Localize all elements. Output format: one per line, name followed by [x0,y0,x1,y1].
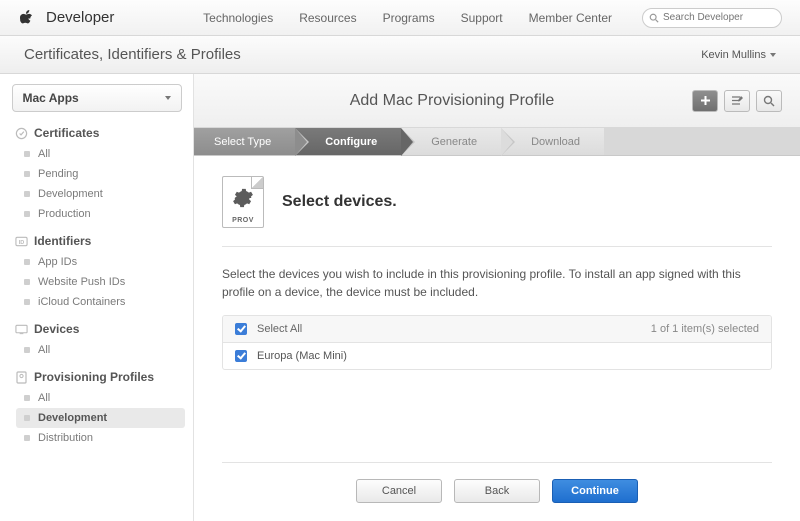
search-button[interactable] [756,90,782,112]
select-all-checkbox[interactable] [235,323,247,335]
svg-text:ID: ID [18,239,24,245]
sidebar-item-all[interactable]: All [16,144,185,164]
step-generate: Generate [401,128,501,155]
instructions-text: Select the devices you wish to include i… [222,265,772,301]
id-icon: ID [14,234,28,248]
subheader: Certificates, Identifiers & Profiles Kev… [0,36,800,74]
provisioning-profile-icon: PROV [222,176,264,228]
apple-logo-icon [18,9,34,27]
user-name: Kevin Mullins [701,49,766,61]
bullet-icon [24,171,30,177]
top-nav: Developer Technologies Resources Program… [0,0,800,36]
content: Add Mac Provisioning Profile Select Type… [194,74,800,521]
nav-support[interactable]: Support [461,11,503,25]
nav-programs[interactable]: Programs [383,11,435,25]
device-table-header: Select All 1 of 1 item(s) selected [223,316,771,343]
plus-icon [700,95,711,106]
edit-icon [731,95,744,106]
profile-icon [14,370,28,384]
top-nav-links: Technologies Resources Programs Support … [203,11,612,25]
search-input[interactable] [663,12,775,23]
sidebar-item-pending[interactable]: Pending [16,164,185,184]
continue-button[interactable]: Continue [552,479,638,503]
content-title: Add Mac Provisioning Profile [212,92,692,110]
gear-icon [232,187,254,209]
device-icon [14,322,28,336]
user-menu[interactable]: Kevin Mullins [701,49,776,61]
header-actions [692,90,782,112]
bullet-icon [24,151,30,157]
sidebar-item-icloud-containers[interactable]: iCloud Containers [16,292,185,312]
wizard-steps: Select TypeConfigureGenerateDownload [194,128,800,156]
sidebar: Mac Apps CertificatesAllPendingDevelopme… [0,74,194,521]
sidebar-item-all[interactable]: All [16,340,185,360]
step-select-type[interactable]: Select Type [194,128,295,155]
bullet-icon [24,279,30,285]
sidebar-item-all[interactable]: All [16,388,185,408]
intro-section: PROV Select devices. [222,176,772,247]
selection-count: 1 of 1 item(s) selected [651,323,759,335]
caret-down-icon [165,96,171,100]
sidebar-group-devices[interactable]: Devices [8,318,185,340]
content-header: Add Mac Provisioning Profile [194,74,800,128]
bullet-icon [24,299,30,305]
platform-label: Mac Apps [23,91,79,105]
add-button[interactable] [692,90,718,112]
sidebar-item-app-ids[interactable]: App IDs [16,252,185,272]
sidebar-group-certificates[interactable]: Certificates [8,122,185,144]
nav-resources[interactable]: Resources [299,11,356,25]
prov-label: PROV [223,217,263,224]
step-configure[interactable]: Configure [295,128,401,155]
nav-technologies[interactable]: Technologies [203,11,273,25]
bullet-icon [24,347,30,353]
subheader-title: Certificates, Identifiers & Profiles [24,46,701,63]
search-icon [649,13,659,23]
page-heading: Select devices. [282,193,397,211]
cancel-button[interactable]: Cancel [356,479,442,503]
bullet-icon [24,211,30,217]
bullet-icon [24,415,30,421]
sidebar-item-development[interactable]: Development [16,184,185,204]
select-all-label: Select All [257,323,302,335]
device-checkbox[interactable] [235,350,247,362]
device-row[interactable]: Europa (Mac Mini) [223,343,771,369]
edit-button[interactable] [724,90,750,112]
brand-label: Developer [46,9,114,26]
sidebar-item-website-push-ids[interactable]: Website Push IDs [16,272,185,292]
bullet-icon [24,191,30,197]
device-table: Select All 1 of 1 item(s) selected Europ… [222,315,772,370]
sidebar-item-development[interactable]: Development [16,408,185,428]
step-download: Download [501,128,604,155]
sidebar-group-identifiers[interactable]: IDIdentifiers [8,230,185,252]
badge-icon [14,126,28,140]
nav-member-center[interactable]: Member Center [529,11,612,25]
sidebar-group-provisioning-profiles[interactable]: Provisioning Profiles [8,366,185,388]
search-field[interactable] [642,8,782,28]
sidebar-item-production[interactable]: Production [16,204,185,224]
sidebar-item-distribution[interactable]: Distribution [16,428,185,448]
bullet-icon [24,435,30,441]
search-icon [763,95,775,107]
back-button[interactable]: Back [454,479,540,503]
device-name: Europa (Mac Mini) [257,350,347,362]
caret-down-icon [770,53,776,57]
bullet-icon [24,395,30,401]
footer-buttons: Cancel Back Continue [222,462,772,521]
bullet-icon [24,259,30,265]
platform-selector[interactable]: Mac Apps [12,84,182,112]
